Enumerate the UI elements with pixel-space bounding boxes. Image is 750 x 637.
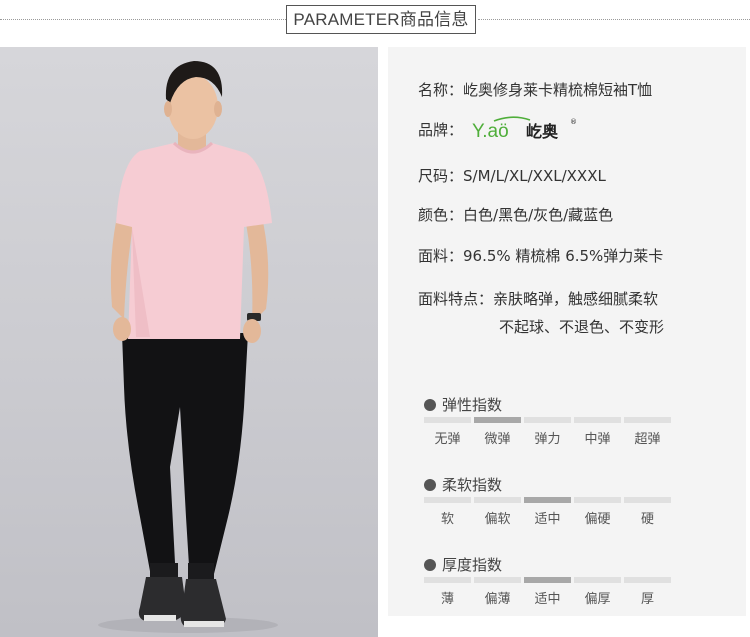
param-features-second-line: 不起球、不退色、不变形 [499, 316, 664, 337]
bullet-dot-icon [424, 399, 436, 411]
index-elasticity-title: 弹性指数 [424, 394, 502, 415]
scale-level-label: 适中 [534, 512, 561, 527]
scale-level-label: 偏薄 [484, 592, 511, 607]
scale-segment [524, 417, 571, 423]
param-fabric: 面料：96.5% 精梳棉 6.5%弹力莱卡 [418, 245, 663, 266]
param-name-value: 屹奥修身莱卡精梳棉短袖T恤 [463, 81, 653, 99]
index-softness-levels: 软 偏软 适中 偏硬 硬 [424, 508, 670, 527]
section-title: PARAMETER商品信息 [286, 5, 476, 34]
param-features-line1: 亲肤略弹，触感细腻柔软 [493, 290, 659, 308]
scale-segment [524, 497, 571, 503]
index-thickness-scale [424, 577, 671, 583]
svg-text:Y.aö: Y.aö [472, 121, 509, 142]
scale-level-label: 超弹 [634, 432, 661, 447]
param-color-label: 颜色： [418, 206, 464, 224]
index-elasticity-label: 弹性指数 [442, 396, 503, 414]
index-thickness-levels: 薄 偏薄 适中 偏厚 厚 [424, 588, 670, 607]
model-illustration [98, 61, 278, 633]
scale-segment [424, 497, 471, 503]
parameter-panel: 名称：屹奥修身莱卡精梳棉短袖T恤 品牌： Y.aö 屹奥 ® 尺码：S/M/L/… [388, 47, 746, 616]
scale-segment [624, 577, 671, 583]
section-header: PARAMETER商品信息 [0, 0, 750, 42]
scale-segment [624, 497, 671, 503]
scale-level-label: 弹力 [534, 432, 561, 447]
param-color: 颜色：白色/黑色/灰色/藏蓝色 [418, 204, 613, 225]
param-features-label: 面料特点： [418, 290, 494, 308]
param-fabric-value: 96.5% 精梳棉 6.5%弹力莱卡 [463, 247, 664, 265]
index-thickness-label: 厚度指数 [442, 556, 503, 574]
scale-level-label: 偏软 [484, 512, 511, 527]
param-features: 面料特点：亲肤略弹，触感细腻柔软 [418, 288, 658, 309]
index-elasticity-levels: 无弹 微弹 弹力 中弹 超弹 [424, 428, 670, 447]
scale-level-label: 中弹 [584, 432, 611, 447]
bullet-dot-icon [424, 559, 436, 571]
index-softness-title: 柔软指数 [424, 474, 502, 495]
scale-segment [574, 577, 621, 583]
param-brand: 品牌： [418, 119, 463, 140]
scale-level-label: 厚 [640, 592, 654, 607]
param-size-label: 尺码： [418, 167, 464, 185]
index-softness-scale [424, 497, 671, 503]
brand-logo: Y.aö 屹奥 ® [472, 115, 582, 143]
param-size: 尺码：S/M/L/XL/XXL/XXXL [418, 165, 606, 186]
scale-level-label: 偏厚 [584, 592, 611, 607]
header-divider-left [0, 19, 286, 20]
index-thickness-title: 厚度指数 [424, 554, 502, 575]
bullet-dot-icon [424, 479, 436, 491]
param-name-label: 名称： [418, 81, 464, 99]
svg-text:®: ® [570, 118, 577, 126]
param-fabric-label: 面料： [418, 247, 464, 265]
param-size-value: S/M/L/XL/XXL/XXXL [463, 167, 606, 185]
product-model-photo [0, 47, 378, 637]
header-divider-right [478, 19, 750, 20]
scale-segment [624, 417, 671, 423]
scale-level-label: 偏硬 [584, 512, 611, 527]
param-color-value: 白色/黑色/灰色/藏蓝色 [463, 206, 614, 224]
scale-segment [474, 577, 521, 583]
param-brand-label: 品牌： [418, 121, 464, 139]
scale-level-label: 无弹 [434, 432, 461, 447]
scale-level-label: 微弹 [484, 432, 511, 447]
scale-segment [574, 497, 621, 503]
scale-segment [424, 417, 471, 423]
scale-level-label: 硬 [640, 512, 654, 527]
scale-level-label: 薄 [440, 592, 454, 607]
brand-logo-mark: Y.aö 屹奥 ® [472, 116, 577, 142]
param-features-line2: 不起球、不退色、不变形 [499, 318, 665, 336]
scale-segment [424, 577, 471, 583]
scale-segment [474, 497, 521, 503]
scale-segment [574, 417, 621, 423]
index-softness-label: 柔软指数 [442, 476, 503, 494]
scale-level-label: 软 [440, 512, 454, 527]
param-name: 名称：屹奥修身莱卡精梳棉短袖T恤 [418, 79, 652, 100]
scale-segment [474, 417, 521, 423]
svg-text:屹奥: 屹奥 [526, 122, 559, 141]
scale-segment [524, 577, 571, 583]
scale-level-label: 适中 [534, 592, 561, 607]
index-elasticity-scale [424, 417, 671, 423]
